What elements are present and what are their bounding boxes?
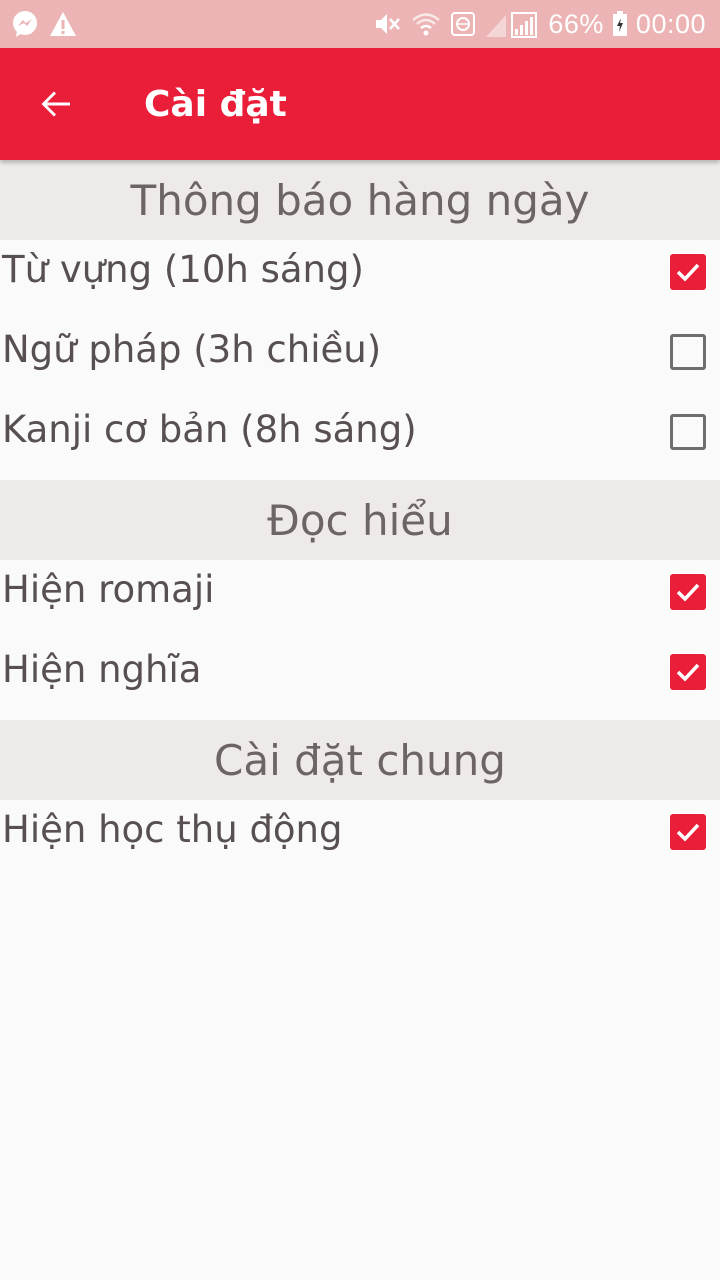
mute-icon bbox=[372, 9, 402, 39]
setting-label: Hiện học thụ động bbox=[2, 808, 343, 851]
passive-learning-checkbox[interactable] bbox=[670, 814, 706, 850]
warning-icon bbox=[48, 9, 78, 39]
grammar-checkbox[interactable] bbox=[670, 334, 706, 370]
signal-icon bbox=[484, 9, 540, 39]
status-bar: 66% 00:00 bbox=[0, 0, 720, 48]
setting-label: Hiện romaji bbox=[2, 568, 215, 611]
battery-percent: 66% bbox=[548, 8, 604, 39]
clock: 00:00 bbox=[635, 8, 706, 39]
check-icon bbox=[676, 583, 700, 602]
meaning-checkbox[interactable] bbox=[670, 654, 706, 690]
setting-row-passive-learning[interactable]: Hiện học thụ động bbox=[0, 800, 720, 880]
section-header-reading: Đọc hiểu bbox=[0, 480, 720, 560]
battery-icon bbox=[612, 9, 628, 39]
check-icon bbox=[676, 663, 700, 682]
romaji-checkbox[interactable] bbox=[670, 574, 706, 610]
check-icon bbox=[676, 263, 700, 282]
wifi-icon bbox=[410, 9, 442, 39]
messenger-icon bbox=[10, 9, 40, 39]
app-bar: Cài đặt bbox=[0, 48, 720, 160]
back-button[interactable] bbox=[28, 76, 84, 132]
section-header-daily-notifications: Thông báo hàng ngày bbox=[0, 160, 720, 240]
setting-row-grammar[interactable]: Ngữ pháp (3h chiều) bbox=[0, 320, 720, 400]
kanji-checkbox[interactable] bbox=[670, 414, 706, 450]
setting-row-meaning[interactable]: Hiện nghĩa bbox=[0, 640, 720, 720]
status-bar-left bbox=[10, 9, 86, 39]
section-header-general: Cài đặt chung bbox=[0, 720, 720, 800]
setting-row-kanji[interactable]: Kanji cơ bản (8h sáng) bbox=[0, 400, 720, 480]
page-title: Cài đặt bbox=[144, 83, 287, 125]
vocabulary-checkbox[interactable] bbox=[670, 254, 706, 290]
data-icon bbox=[450, 11, 476, 37]
setting-row-romaji[interactable]: Hiện romaji bbox=[0, 560, 720, 640]
setting-row-vocabulary[interactable]: Từ vựng (10h sáng) bbox=[0, 240, 720, 320]
setting-label: Hiện nghĩa bbox=[2, 648, 202, 691]
setting-label: Từ vựng (10h sáng) bbox=[2, 248, 364, 291]
setting-label: Ngữ pháp (3h chiều) bbox=[2, 328, 382, 371]
check-icon bbox=[676, 823, 700, 842]
arrow-back-icon bbox=[41, 91, 70, 117]
setting-label: Kanji cơ bản (8h sáng) bbox=[2, 408, 417, 451]
status-bar-right: 66% 00:00 bbox=[364, 9, 706, 40]
